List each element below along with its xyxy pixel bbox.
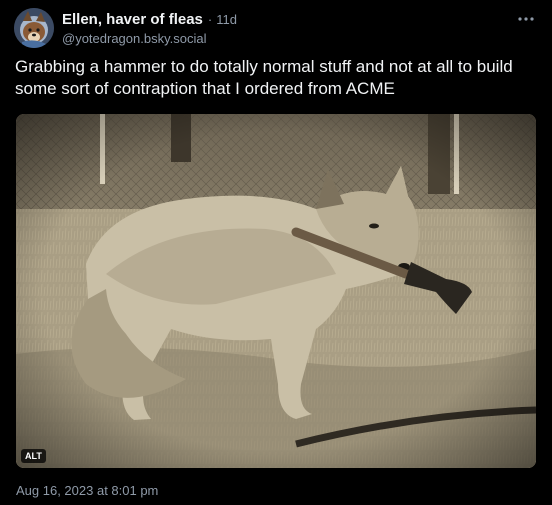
more-horizontal-icon [518, 17, 534, 21]
separator-dot: · [207, 12, 213, 27]
author-display-name[interactable]: Ellen, haver of fleas [62, 11, 203, 28]
avatar-illustration-icon [14, 8, 54, 48]
post-image[interactable]: ALT [16, 114, 536, 468]
author-row: Ellen, haver of fleas · 11d [62, 11, 237, 28]
avatar[interactable] [14, 8, 54, 48]
post-timestamp: Aug 16, 2023 at 8:01 pm [16, 483, 159, 498]
post-relative-time[interactable]: 11d [216, 12, 237, 27]
coyote-photo [16, 114, 536, 468]
post-text: Grabbing a hammer to do totally normal s… [15, 57, 513, 98]
post: Ellen, haver of fleas · 11d @yotedragon.… [0, 0, 552, 505]
author-handle[interactable]: @yotedragon.bsky.social [62, 31, 206, 46]
alt-text-badge[interactable]: ALT [21, 449, 46, 463]
more-options-button[interactable] [514, 11, 538, 27]
